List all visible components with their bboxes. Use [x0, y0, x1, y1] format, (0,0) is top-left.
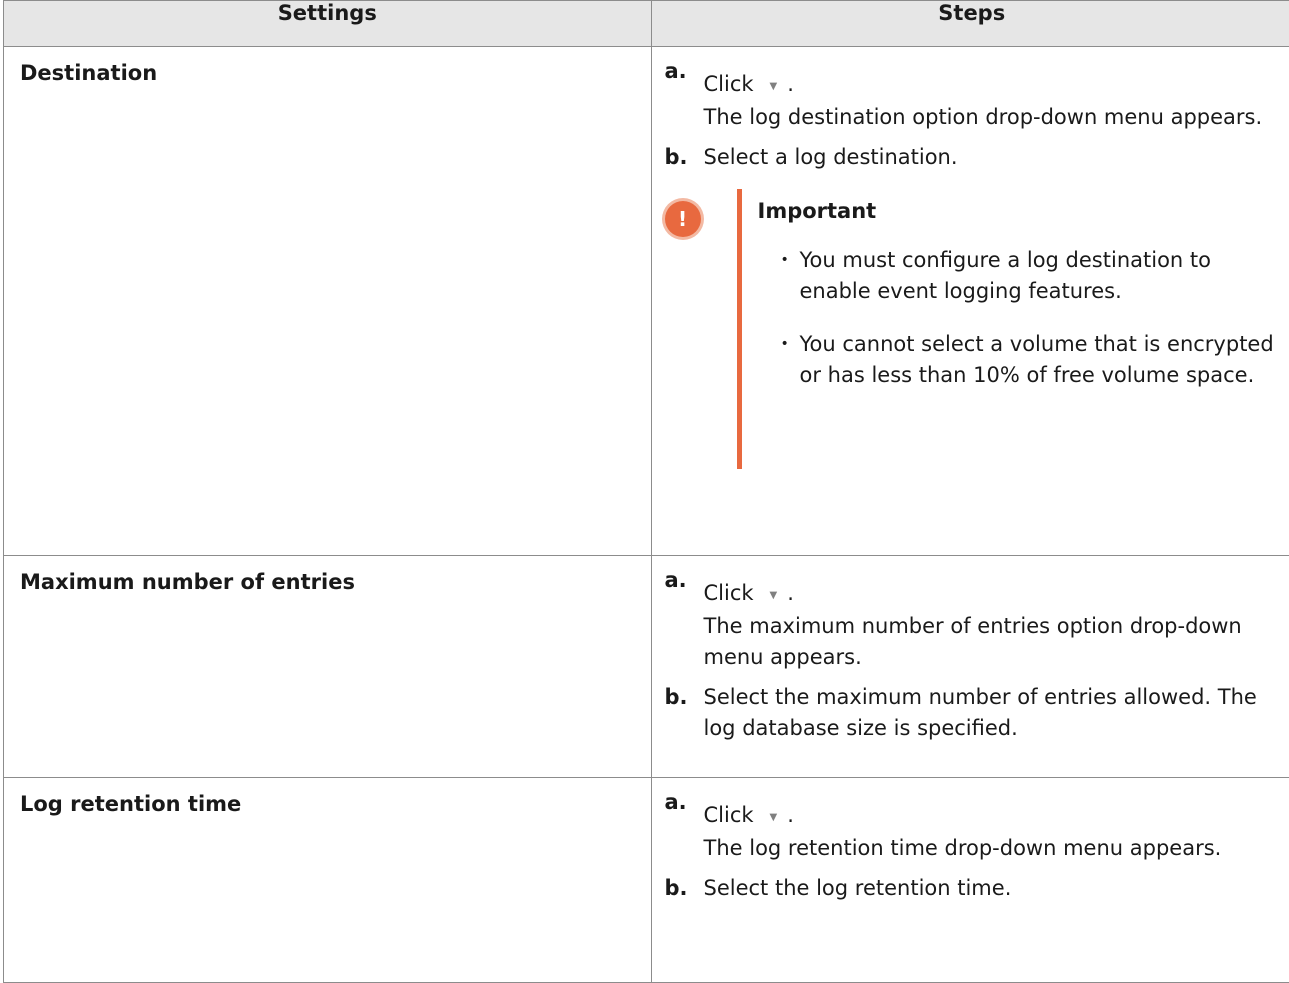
- important-title: Important: [758, 199, 1283, 223]
- step-body: Select the log retention time.: [704, 873, 1283, 904]
- important-box: Important You must configure a log desti…: [737, 189, 1283, 469]
- step-body: Select the maximum number of entries all…: [704, 682, 1283, 744]
- step-b: b. Select a log destination.: [665, 145, 1283, 173]
- step-result: The maximum number of entries option dro…: [704, 614, 1242, 669]
- caret-down-icon: ▼: [770, 802, 778, 833]
- steps-cell: a. Click ▼. The log destination option dr…: [651, 47, 1289, 556]
- step-a: a. Click ▼. The maximum number of entries…: [665, 568, 1283, 673]
- step-body: Click ▼. The log destination option drop-…: [704, 59, 1283, 133]
- period: .: [787, 72, 794, 96]
- list-item: You cannot select a volume that is encry…: [758, 329, 1283, 391]
- caret-down-icon: ▼: [770, 580, 778, 611]
- step-marker: b.: [665, 876, 704, 900]
- step-marker: a.: [665, 790, 704, 814]
- step-result: The log retention time drop-down menu ap…: [704, 836, 1222, 860]
- step-b: b. Select the maximum number of entries …: [665, 685, 1283, 744]
- setting-name: Maximum number of entries: [4, 556, 652, 778]
- step-marker: a.: [665, 568, 704, 592]
- setting-name: Destination: [4, 47, 652, 556]
- steps-cell: a. Click ▼. The log retention time drop-d…: [651, 778, 1289, 983]
- steps-cell: a. Click ▼. The maximum number of entries…: [651, 556, 1289, 778]
- exclamation-circle-icon: !: [665, 201, 701, 237]
- step-body: Select a log destination.: [704, 142, 1283, 173]
- list-item: You must configure a log destination to …: [758, 245, 1283, 307]
- caret-down-icon: ▼: [770, 71, 778, 102]
- table-row: Log retention time a. Click ▼. The log re…: [4, 778, 1289, 983]
- step-a: a. Click ▼. The log retention time drop-d…: [665, 790, 1283, 864]
- table-row: Maximum number of entries a. Click ▼. The…: [4, 556, 1289, 778]
- step-marker: a.: [665, 59, 704, 83]
- step-body: Click ▼. The log retention time drop-down…: [704, 790, 1283, 864]
- header-settings: Settings: [4, 1, 652, 47]
- setting-name: Log retention time: [4, 778, 652, 983]
- step-marker: b.: [665, 145, 704, 169]
- click-text: Click: [704, 581, 754, 605]
- step-body: Click ▼. The maximum number of entries op…: [704, 568, 1283, 673]
- period: .: [787, 581, 794, 605]
- header-steps: Steps: [651, 1, 1289, 47]
- table-header-row: Settings Steps: [4, 1, 1289, 47]
- step-b: b. Select the log retention time.: [665, 876, 1283, 904]
- step-a: a. Click ▼. The log destination option dr…: [665, 59, 1283, 133]
- period: .: [787, 803, 794, 827]
- step-marker: b.: [665, 685, 704, 709]
- important-list: You must configure a log destination to …: [758, 245, 1283, 391]
- settings-table: Settings Steps Destination a. Click ▼. Th…: [3, 0, 1289, 983]
- important-note: ! Important You must configure a log des…: [665, 189, 1283, 469]
- click-text: Click: [704, 72, 754, 96]
- step-result: The log destination option drop-down men…: [704, 105, 1263, 129]
- click-text: Click: [704, 803, 754, 827]
- table-row: Destination a. Click ▼. The log destinati…: [4, 47, 1289, 556]
